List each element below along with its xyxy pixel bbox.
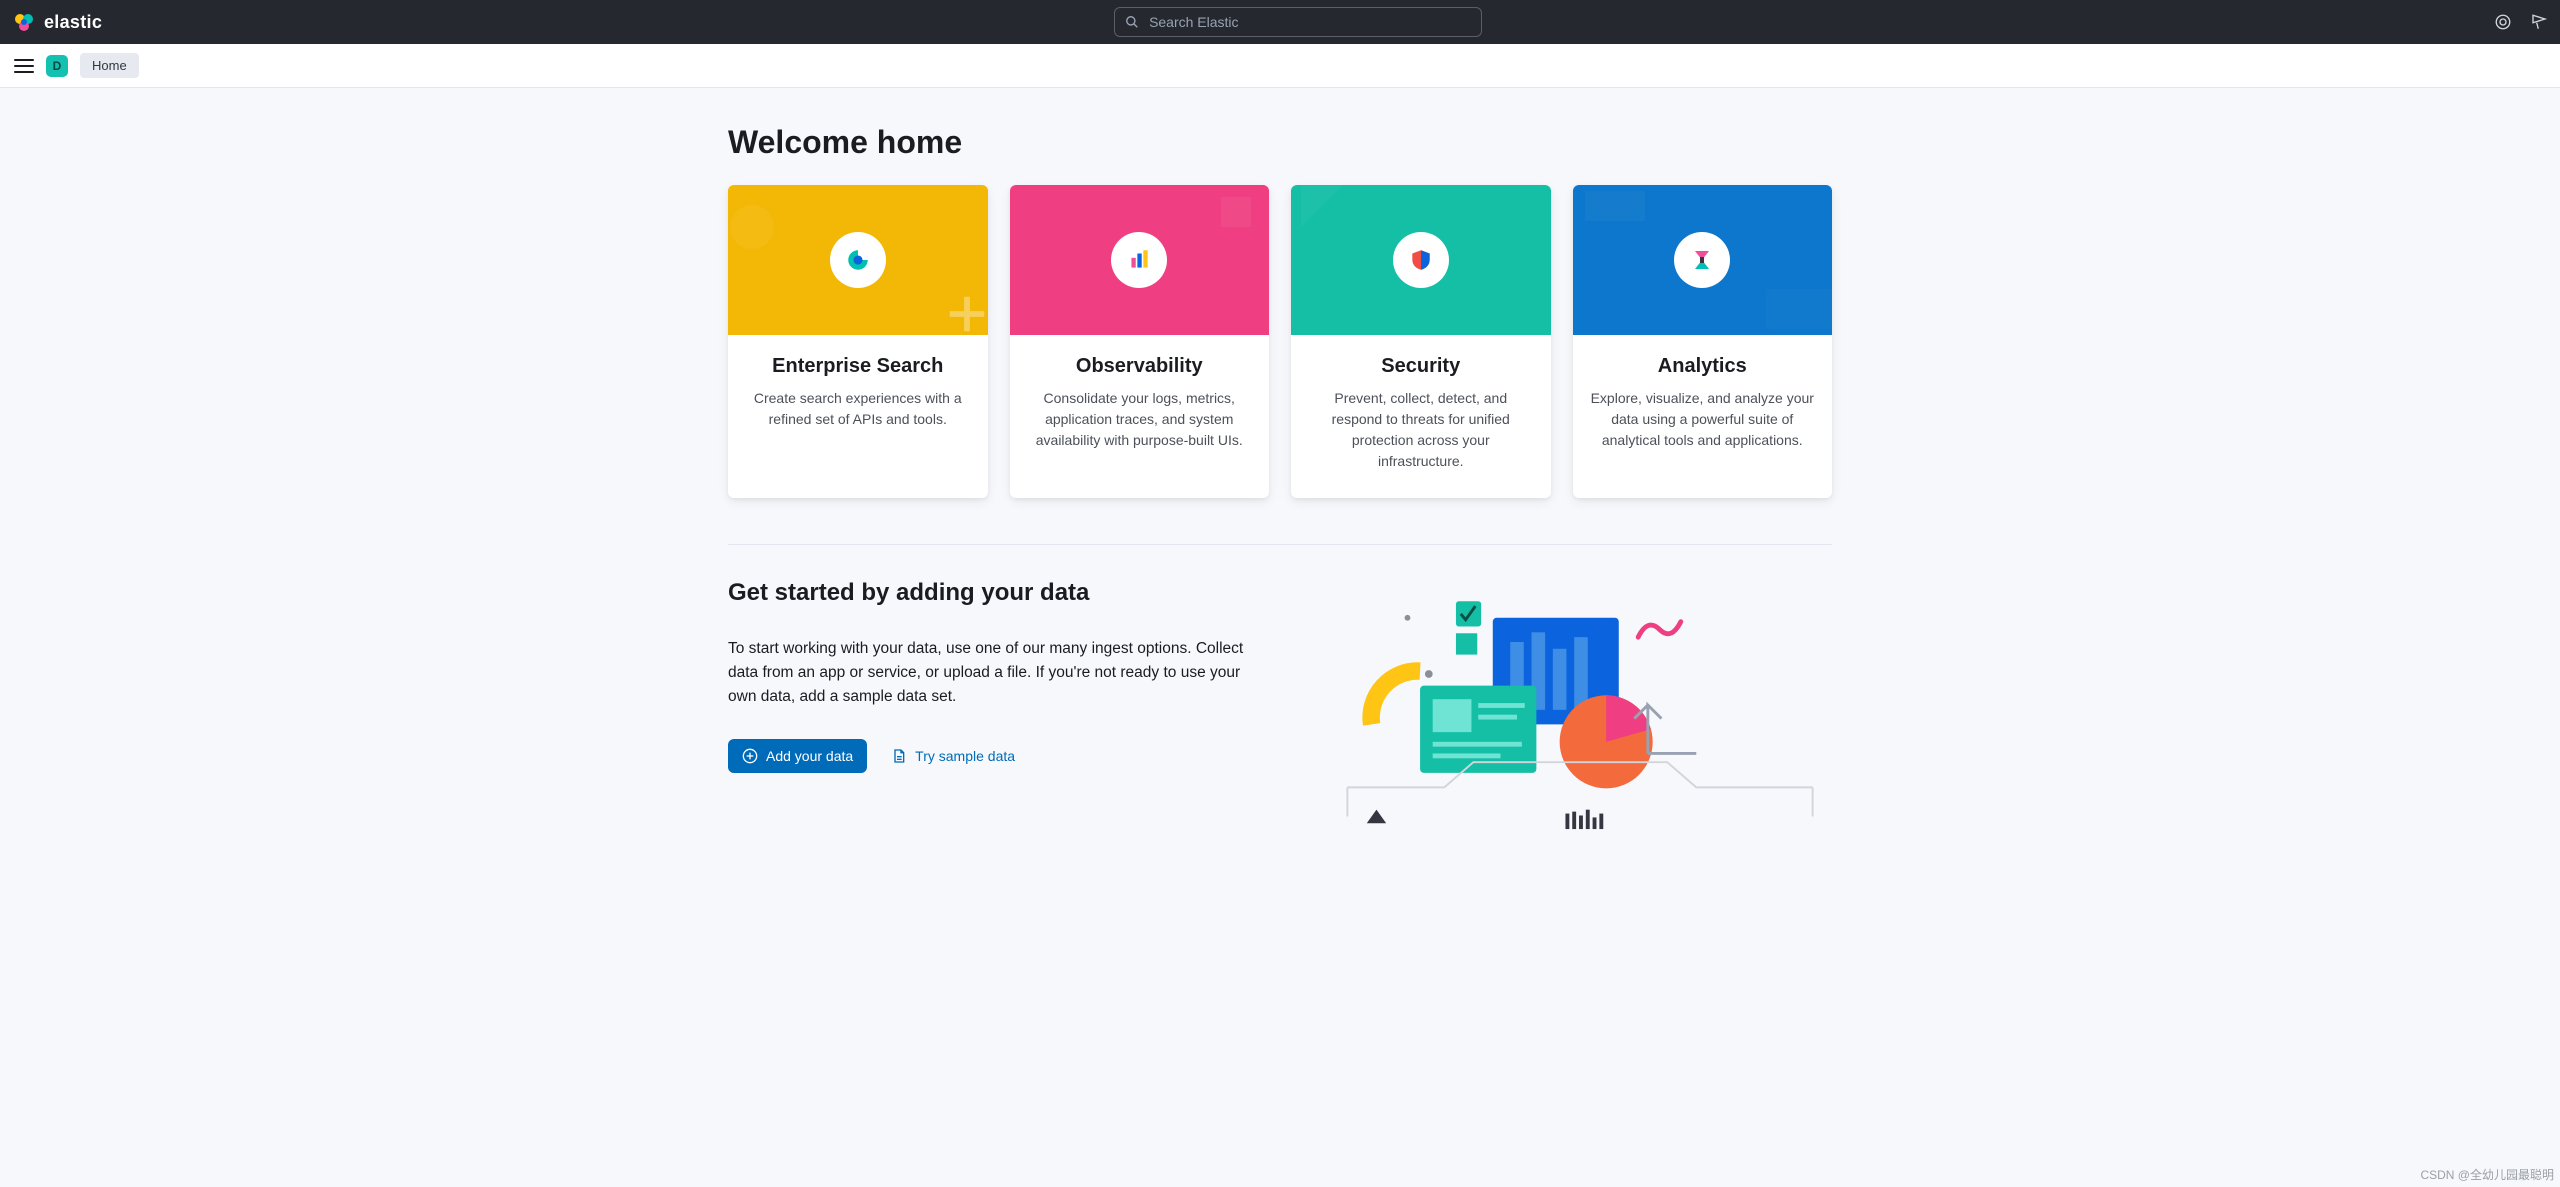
solution-cards: Enterprise Search Create search experien… xyxy=(728,185,1832,498)
card-title: Security xyxy=(1309,355,1533,378)
card-head xyxy=(1010,185,1270,335)
get-started-section: Get started by adding your data To start… xyxy=(728,579,1832,831)
sub-toolbar: D Home xyxy=(0,44,2560,88)
help-icon[interactable] xyxy=(2494,13,2512,31)
card-title: Observability xyxy=(1028,355,1252,378)
card-desc: Create search experiences with a refined… xyxy=(746,388,970,430)
page-title: Welcome home xyxy=(728,124,1832,161)
card-body: Analytics Explore, visualize, and analyz… xyxy=(1573,335,1833,477)
card-analytics[interactable]: Analytics Explore, visualize, and analyz… xyxy=(1573,185,1833,498)
card-body: Enterprise Search Create search experien… xyxy=(728,335,988,456)
observability-icon xyxy=(1111,232,1167,288)
global-search-input[interactable]: Search Elastic xyxy=(1114,7,1482,37)
watermark: CSDN @全幼儿园最聪明 xyxy=(2420,1166,2554,1183)
search-wrap: Search Elastic xyxy=(102,7,2494,37)
plus-circle-icon xyxy=(742,748,758,764)
get-started-content: Get started by adding your data To start… xyxy=(728,579,1268,773)
avatar-initial: D xyxy=(53,59,62,73)
get-started-illustration xyxy=(1328,579,1832,831)
analytics-icon xyxy=(1674,232,1730,288)
card-observability[interactable]: Observability Consolidate your logs, met… xyxy=(1010,185,1270,498)
card-desc: Explore, visualize, and analyze your dat… xyxy=(1591,388,1815,451)
search-icon xyxy=(1125,15,1139,29)
get-started-title: Get started by adding your data xyxy=(728,579,1268,607)
space-avatar[interactable]: D xyxy=(46,55,68,77)
card-body: Observability Consolidate your logs, met… xyxy=(1010,335,1270,477)
card-enterprise-search[interactable]: Enterprise Search Create search experien… xyxy=(728,185,988,498)
section-divider xyxy=(728,544,1832,545)
card-desc: Prevent, collect, detect, and respond to… xyxy=(1309,388,1533,472)
page-content: Welcome home Enterprise Search Create se… xyxy=(728,88,1832,891)
card-head xyxy=(1573,185,1833,335)
top-bar: elastic Search Elastic xyxy=(0,0,2560,44)
security-icon xyxy=(1393,232,1449,288)
try-sample-data-link[interactable]: Try sample data xyxy=(891,748,1015,764)
get-started-text: To start working with your data, use one… xyxy=(728,637,1258,709)
elastic-logo-icon xyxy=(12,10,36,34)
menu-toggle-icon[interactable] xyxy=(14,56,34,76)
card-security[interactable]: Security Prevent, collect, detect, and r… xyxy=(1291,185,1551,498)
card-title: Enterprise Search xyxy=(746,355,970,378)
breadcrumb-home[interactable]: Home xyxy=(80,53,139,78)
card-head xyxy=(1291,185,1551,335)
brand-name: elastic xyxy=(44,12,102,33)
add-your-data-button[interactable]: Add your data xyxy=(728,739,867,773)
card-desc: Consolidate your logs, metrics, applicat… xyxy=(1028,388,1252,451)
get-started-actions: Add your data Try sample data xyxy=(728,739,1268,773)
breadcrumb-label: Home xyxy=(92,58,127,73)
card-body: Security Prevent, collect, detect, and r… xyxy=(1291,335,1551,498)
card-head xyxy=(728,185,988,335)
topbar-actions xyxy=(2494,13,2548,31)
enterprise-search-icon xyxy=(830,232,886,288)
link-label: Try sample data xyxy=(915,748,1015,764)
newsfeed-icon[interactable] xyxy=(2530,13,2548,31)
search-placeholder: Search Elastic xyxy=(1149,14,1238,30)
button-label: Add your data xyxy=(766,748,853,764)
brand[interactable]: elastic xyxy=(12,10,102,34)
card-title: Analytics xyxy=(1591,355,1815,378)
document-icon xyxy=(891,748,907,764)
